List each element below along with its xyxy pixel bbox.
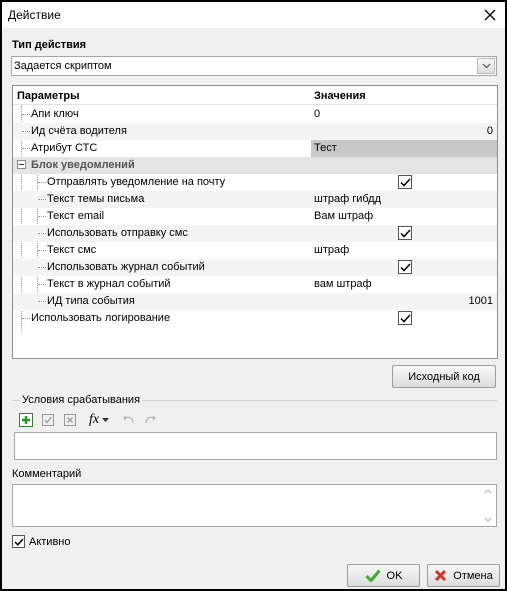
- param-checkbox[interactable]: [398, 175, 412, 189]
- active-checkbox[interactable]: [12, 535, 25, 548]
- close-icon: [484, 9, 496, 21]
- add-icon: [19, 413, 33, 427]
- param-name: Ид счёта водителя: [31, 125, 127, 137]
- param-checkbox[interactable]: [398, 311, 412, 325]
- source-code-label: Исходный код: [408, 370, 480, 383]
- selected-value-cell: [311, 140, 497, 157]
- action-type-value: Задается скриптом: [14, 60, 112, 72]
- redo-button[interactable]: [142, 412, 158, 428]
- param-row[interactable]: Ид счёта водителя 0: [13, 123, 497, 140]
- title-bar: Действие: [2, 2, 505, 28]
- ok-label: OK: [386, 569, 403, 582]
- param-checkbox[interactable]: [398, 226, 412, 240]
- param-value: вам штраф: [314, 278, 372, 290]
- comment-textarea[interactable]: [12, 484, 497, 527]
- param-name: Текст в журнал событий: [47, 278, 171, 290]
- param-row[interactable]: Отправлять уведомление на почту: [13, 174, 497, 191]
- param-checkbox[interactable]: [398, 260, 412, 274]
- cancel-icon: [435, 569, 447, 582]
- conditions-input[interactable]: [14, 432, 497, 460]
- conditions-label: Условия срабатывания: [20, 394, 143, 406]
- redo-icon: [144, 415, 156, 424]
- active-label: Активно: [29, 536, 71, 548]
- ok-button[interactable]: OK: [347, 564, 420, 587]
- window-title: Действие: [8, 8, 61, 22]
- param-value: 0: [486, 125, 493, 137]
- param-row[interactable]: Использовать логирование: [13, 310, 497, 327]
- action-dialog: Действие Тип действия Задается скриптом …: [0, 0, 507, 591]
- param-row[interactable]: ИД типа события 1001: [13, 293, 497, 310]
- edit-condition-button[interactable]: [40, 412, 56, 428]
- checkmark-icon: [399, 262, 411, 272]
- checkmark-icon: [399, 177, 411, 187]
- param-name: Использовать журнал событий: [47, 261, 205, 273]
- param-value: Тест: [314, 142, 337, 154]
- delete-icon: [64, 414, 76, 426]
- group-name: Блок уведомлений: [31, 159, 135, 171]
- params-column-header: Параметры: [17, 90, 80, 102]
- param-name: Текст email: [47, 210, 105, 222]
- param-name: Апи ключ: [31, 108, 79, 120]
- undo-button[interactable]: [120, 412, 136, 428]
- conditions-toolbar: fx: [18, 411, 158, 429]
- fx-label: fx: [88, 412, 100, 427]
- param-name: ИД типа события: [47, 295, 135, 307]
- param-value: 0: [314, 108, 321, 120]
- collapse-toggle[interactable]: [17, 160, 26, 169]
- function-menu-button[interactable]: fx: [84, 412, 114, 428]
- undo-icon: [122, 415, 134, 424]
- dropdown-button[interactable]: [477, 58, 495, 74]
- param-name: Использовать логирование: [31, 312, 171, 324]
- edit-icon: [42, 414, 54, 426]
- param-name: Текст смс: [47, 244, 97, 256]
- param-row[interactable]: Текст в журнал событий вам штраф: [13, 276, 497, 293]
- param-value: штраф гибдд: [314, 193, 382, 205]
- comment-scrollbar[interactable]: [481, 486, 495, 525]
- param-row[interactable]: Использовать отправку смс: [13, 225, 497, 242]
- checkmark-icon: [13, 537, 24, 546]
- chevron-down-icon: [482, 63, 490, 69]
- action-type-select[interactable]: Задается скриптом: [11, 56, 497, 76]
- action-type-label: Тип действия: [12, 39, 87, 51]
- values-column-header: Значения: [314, 90, 366, 102]
- add-condition-button[interactable]: [18, 412, 34, 428]
- param-value: Вам штраф: [314, 210, 374, 222]
- parameters-grid: Параметры Значения Апи ключ 0 Ид счёта в…: [12, 85, 498, 359]
- cancel-label: Отмена: [453, 569, 493, 582]
- param-name: Использовать отправку смс: [47, 227, 188, 239]
- close-button[interactable]: [479, 4, 501, 26]
- param-row[interactable]: Текст темы письма штраф гибдд: [13, 191, 497, 208]
- scroll-down-icon: [484, 517, 492, 522]
- caret-down-icon: [102, 418, 110, 422]
- source-code-button[interactable]: Исходный код: [392, 365, 496, 388]
- param-row[interactable]: Атрибут СТС Тест: [13, 140, 497, 157]
- checkmark-icon: [399, 228, 411, 238]
- comment-label: Комментарий: [12, 468, 82, 480]
- scroll-up-icon: [484, 489, 492, 494]
- param-name: Отправлять уведомление на почту: [47, 176, 226, 188]
- checkmark-icon: [399, 313, 411, 323]
- minus-icon: [19, 164, 24, 165]
- cancel-button[interactable]: Отмена: [427, 564, 500, 587]
- param-row[interactable]: Апи ключ 0: [13, 106, 497, 123]
- group-row-notifications[interactable]: Блок уведомлений: [13, 157, 497, 174]
- param-name: Атрибут СТС: [31, 142, 98, 154]
- checkmark-icon: [364, 569, 381, 582]
- param-value: штраф: [314, 244, 350, 256]
- param-row[interactable]: Текст email Вам штраф: [13, 208, 497, 225]
- grid-header: Параметры Значения: [13, 86, 497, 105]
- param-value: 1001: [468, 295, 493, 307]
- param-row[interactable]: Использовать журнал событий: [13, 259, 497, 276]
- param-name: Текст темы письма: [47, 193, 145, 205]
- param-row[interactable]: Текст смс штраф: [13, 242, 497, 259]
- delete-condition-button[interactable]: [62, 412, 78, 428]
